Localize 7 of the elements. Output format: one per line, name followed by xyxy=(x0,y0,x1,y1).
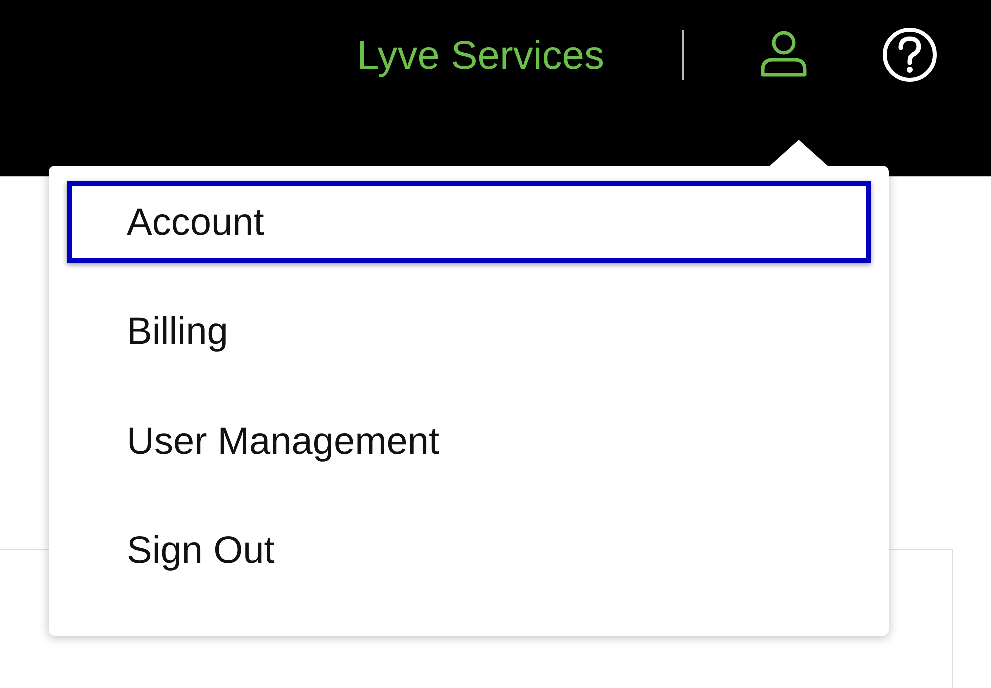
user-icon[interactable] xyxy=(758,30,808,78)
menu-item[interactable]: Billing xyxy=(67,292,871,373)
help-icon[interactable] xyxy=(882,27,938,83)
menu-item[interactable]: Account xyxy=(67,181,871,264)
menu-item[interactable]: User Management xyxy=(67,402,871,482)
brand-name[interactable]: Lyve Services xyxy=(357,34,604,79)
menu-item[interactable]: Sign Out xyxy=(67,511,871,592)
